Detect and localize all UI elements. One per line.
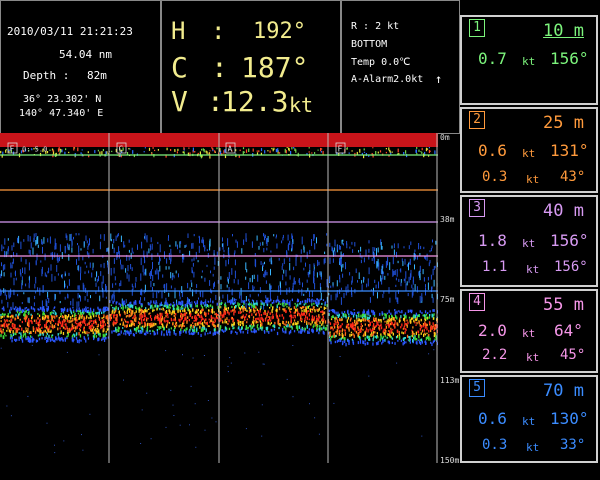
speed-label: V: [171, 85, 188, 118]
layer-5-direction-2: 33°: [560, 437, 586, 453]
course-value: 187°: [241, 51, 309, 84]
layer-2-speed-2: 0.3: [482, 169, 508, 185]
layer-panel-5[interactable]: 5 70 m 0.6 kt 130° 0.3 kt 33°: [460, 375, 598, 463]
echogram-display[interactable]: F 0: 5.0 C A F: [0, 133, 438, 463]
range-text: R : 2 kt: [351, 21, 400, 32]
layer-3-direction-2: 156°: [554, 259, 588, 275]
layer-5-unit-2: kt: [526, 441, 540, 454]
depth-value: 82m: [87, 69, 107, 82]
course-sep: :: [211, 51, 228, 84]
heading-value: 192°: [253, 19, 306, 44]
speed-value: 12.3: [221, 85, 289, 118]
layer-panel-3[interactable]: 3 40 m 1.8 kt 156° 1.1 kt 156°: [460, 195, 598, 287]
longitude: 140° 47.340' E: [19, 108, 104, 119]
layer-2-unit-2: kt: [526, 173, 540, 186]
layer-panel-1[interactable]: 1 10 m 0.7 kt 156°: [460, 15, 598, 105]
layer-3-direction: 156°: [550, 231, 589, 250]
course-label: C: [171, 51, 188, 84]
layer-5-speed-2: 0.3: [482, 437, 508, 453]
layer-1-unit: kt: [522, 55, 536, 68]
mode-text: BOTTOM: [351, 39, 388, 50]
alarm-arrow-icon: ↑: [435, 72, 443, 86]
depth-scale-150: 150m: [440, 456, 460, 465]
latitude: 36° 23.302' N: [23, 94, 102, 105]
depth-scale-0: 0m: [440, 133, 450, 142]
layer-4-depth: 55 m: [543, 295, 584, 315]
marker-2-letter: C: [119, 145, 124, 154]
speed-unit: kt: [289, 93, 314, 117]
layer-5-speed: 0.6: [478, 409, 507, 428]
alarm-text: A-Alarm2.0kt: [351, 74, 424, 85]
heading-label: H: [171, 17, 186, 45]
layer-4-speed: 2.0: [478, 321, 507, 340]
layer-1-direction: 156°: [550, 49, 589, 68]
status-panel: R : 2 kt BOTTOM Temp 0.0℃ A-Alarm2.0kt ↑: [340, 0, 460, 134]
layer-4-direction-2: 45°: [560, 347, 586, 363]
temperature-text: Temp 0.0℃: [351, 57, 411, 68]
layer-2-depth: 25 m: [543, 113, 584, 133]
layer-5-depth: 70 m: [543, 381, 584, 401]
layer-4-number: 4: [469, 293, 485, 311]
layer-4-direction: 64°: [554, 321, 583, 340]
marker-text: 0: 5.0: [22, 146, 47, 154]
layer-3-unit: kt: [522, 237, 536, 250]
layer-3-speed: 1.8: [478, 231, 507, 250]
layer-2-speed: 0.6: [478, 141, 507, 160]
layer-2-number: 2: [469, 111, 485, 129]
layer-1-speed: 0.7: [478, 49, 507, 68]
layer-4-unit: kt: [522, 327, 536, 340]
depth-scale-75: 75m: [440, 295, 455, 304]
layer-5-direction: 130°: [550, 409, 589, 428]
marker-3-letter: A: [228, 145, 233, 154]
layer-3-unit-2: kt: [526, 263, 540, 276]
marker-1-letter: F: [10, 145, 15, 154]
datetime: 2010/03/11 21:21:23: [7, 25, 133, 38]
depth-scale-38: 38m: [440, 215, 455, 224]
depth-scale-113: 113m: [440, 376, 460, 385]
layer-1-depth: 10 m: [543, 21, 584, 41]
layer-2-unit: kt: [522, 147, 536, 160]
layer-3-depth: 40 m: [543, 201, 584, 221]
layer-2-direction: 131°: [550, 141, 589, 160]
layer-4-unit-2: kt: [526, 351, 540, 364]
nav-info-panel: 2010/03/11 21:21:23 54.04 nm Depth : 82m…: [0, 0, 162, 134]
layer-1-number: 1: [469, 19, 485, 37]
layer-2-direction-2: 43°: [560, 169, 586, 185]
heading-sep: :: [211, 17, 226, 45]
layer-4-speed-2: 2.2: [482, 347, 508, 363]
layer-panel-2[interactable]: 2 25 m 0.6 kt 131° 0.3 kt 43°: [460, 107, 598, 193]
layer-3-number: 3: [469, 199, 485, 217]
layer-panel-4[interactable]: 4 55 m 2.0 kt 64° 2.2 kt 45°: [460, 289, 598, 373]
marker-4-letter: F: [338, 145, 343, 154]
distance: 54.04 nm: [59, 48, 112, 61]
layer-3-speed-2: 1.1: [482, 259, 508, 275]
depth-label: Depth :: [23, 69, 70, 82]
heading-course-speed-panel: H : 192° C : 187° V : 12.3 kt: [160, 0, 342, 134]
layer-5-unit: kt: [522, 415, 536, 428]
layer-5-number: 5: [469, 379, 485, 397]
marker-1: F 0: 5.0: [7, 142, 47, 154]
